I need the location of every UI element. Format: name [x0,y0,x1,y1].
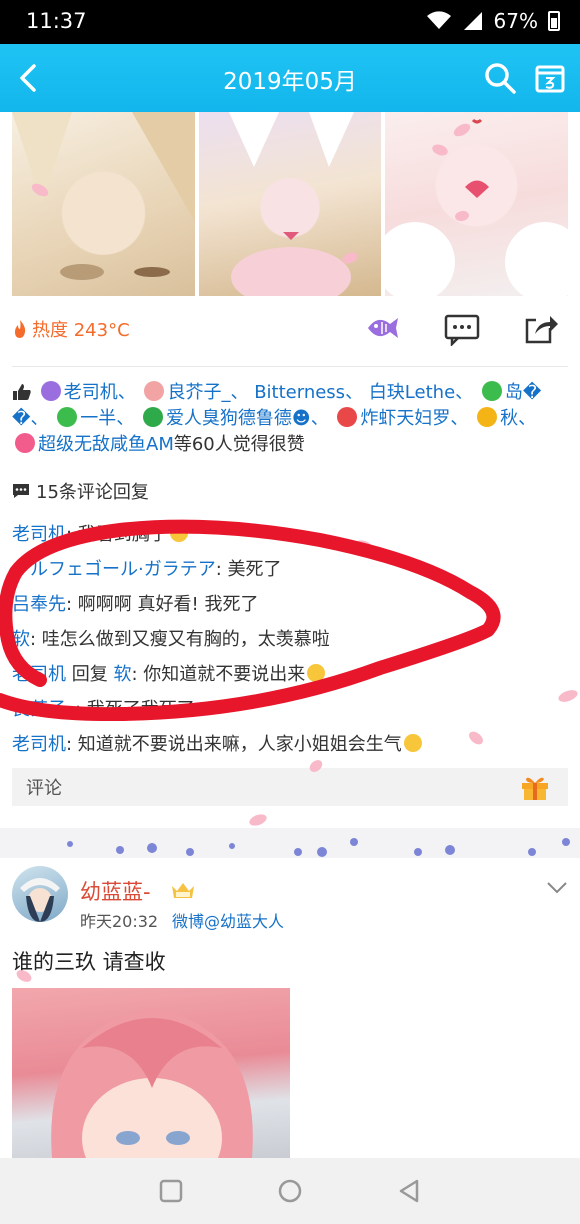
like-user[interactable]: 老司机、 [64,382,136,403]
wifi-icon [426,11,451,29]
avatar[interactable] [12,866,68,922]
comment-count-label: 15条评论回复 [36,482,149,503]
comment-text: : 啊啊啊 真好看! 我死了 [66,594,259,615]
fish-badge-icon [40,381,61,401]
comment-count: 15条评论回复 [12,478,149,504]
like-user[interactable]: 炸虾天妇罗、 [360,408,468,429]
signal-icon [463,12,482,30]
status-time: 11:37 [26,9,87,33]
likes-list: 老司机、 良芥子_、 Bitterness、 白玦Lethe、 岛� �、 一半… [12,380,568,458]
laugh-emoji-icon [403,734,422,752]
comment-author[interactable]: 老司机 [12,664,66,685]
grin-emoji-icon [169,524,188,542]
fish-icon[interactable] [364,310,400,346]
search-icon[interactable] [482,60,518,96]
status-icons: 67% [426,9,560,33]
comment-author[interactable]: 老司机 [12,734,66,755]
post-photo[interactable] [385,112,569,296]
back-nav-icon[interactable] [394,1176,424,1206]
like-user[interactable]: 一半、 [80,408,134,429]
user-badge-icon [144,381,165,401]
comment-author[interactable]: 软 [12,629,30,650]
system-nav-bar [0,1158,580,1224]
comment-bubble-icon [13,484,29,498]
comment-item[interactable]: 吕奉先: 啊啊啊 真好看! 我死了 [12,587,568,622]
calendar-icon[interactable] [534,62,566,94]
laugh-emoji-icon [307,664,326,682]
like-user[interactable]: 白玦Lethe、 [369,382,473,403]
like-user[interactable]: 良芥子_、 [167,382,248,403]
like-user[interactable]: 岛� [505,382,541,403]
pin-badge-icon [15,433,35,453]
comment-item[interactable]: 老司机 回复 软: 你知道就不要说出来 [12,657,568,692]
comment-icon[interactable] [444,314,480,346]
post-time: 昨天20:32 [80,912,159,931]
comment-author[interactable]: 吕奉先 [12,594,66,615]
reply-word: 回复 [66,664,114,685]
like-user[interactable]: 爱人臭狗德鲁德☻、 [166,408,329,429]
share-icon[interactable] [524,312,560,346]
comment-text: : 我看到胸了 [66,524,168,545]
post-photo[interactable] [12,112,195,296]
comment-author[interactable]: 老司机 [12,524,66,545]
battery-percent: 67% [493,9,538,33]
heat-indicator: 热度 243°C [12,316,130,342]
divider [12,366,568,367]
comment-input-placeholder: 评论 [26,778,62,799]
post-text: 谁的三玖 请查收 [12,950,166,974]
like-user[interactable]: �、 [12,408,48,429]
comment-text: : 哇怎么做到又瘦又有胸的，太羡慕啦 [30,629,330,650]
post-source[interactable]: 微博@幼蓝大人 [172,908,284,932]
reply-target[interactable]: 软 [113,664,131,685]
comment-text: : 你知道就不要说出来 [131,664,306,685]
comment-list: 老司机: 我看到胸了 ナルフェゴール·ガラテア: 美死了 吕奉先: 啊啊啊 真好… [12,517,568,762]
comment-text: : 知道就不要说出来嘛，人家小姐姐会生气 [66,734,402,755]
thumbs-up-icon [13,384,31,400]
post-author[interactable]: 幼蓝蓝- [80,876,151,906]
comment-item[interactable]: 老司机: 我看到胸了 [12,517,568,552]
like-user[interactable]: 秋、 [500,408,536,429]
comment-text: : 美死了 [215,559,282,580]
home-icon[interactable] [275,1176,305,1206]
recents-icon[interactable] [156,1176,186,1206]
app-header: 2019年05月 [0,44,580,112]
like-user[interactable]: 超级无敌咸鱼AM [38,434,174,455]
leaf-badge-icon [57,407,78,427]
comment-item[interactable]: 老司机: 知道就不要说出来嘛，人家小姐姐会生气 [12,727,568,762]
star-badge-icon [477,407,498,427]
post-separator [0,828,580,858]
post-photo[interactable] [198,112,382,296]
likes-summary: 等60人觉得很赞 [173,434,305,455]
chevron-down-icon[interactable] [546,880,568,896]
comment-author[interactable]: ナルフェゴール·ガラテア [12,559,216,580]
heat-label: 热度 243°C [32,320,130,341]
comment-input[interactable]: 评论 [12,768,568,806]
comment-item[interactable]: 良芥子_: 我死了我死了 [12,692,568,727]
cup-badge-icon [337,407,358,427]
comment-item[interactable]: ナルフェゴール·ガラテア: 美死了 [12,552,568,587]
photo-grid [12,112,569,296]
battery-icon [548,11,560,31]
like-user[interactable]: Bitterness、 [254,382,363,403]
gift-icon[interactable] [520,773,550,801]
comment-text: : 我死了我死了 [75,699,195,720]
post-photo[interactable] [12,988,290,1158]
vip-crown-icon [172,883,194,898]
status-bar: 11:37 67% [0,0,580,44]
comment-author[interactable]: 良芥子_ [12,699,75,720]
fire-icon [15,320,26,338]
comment-item[interactable]: 软: 哇怎么做到又瘦又有胸的，太羡慕啦 [12,622,568,657]
star-badge-icon [142,407,163,427]
leaf-badge-icon [481,381,502,401]
